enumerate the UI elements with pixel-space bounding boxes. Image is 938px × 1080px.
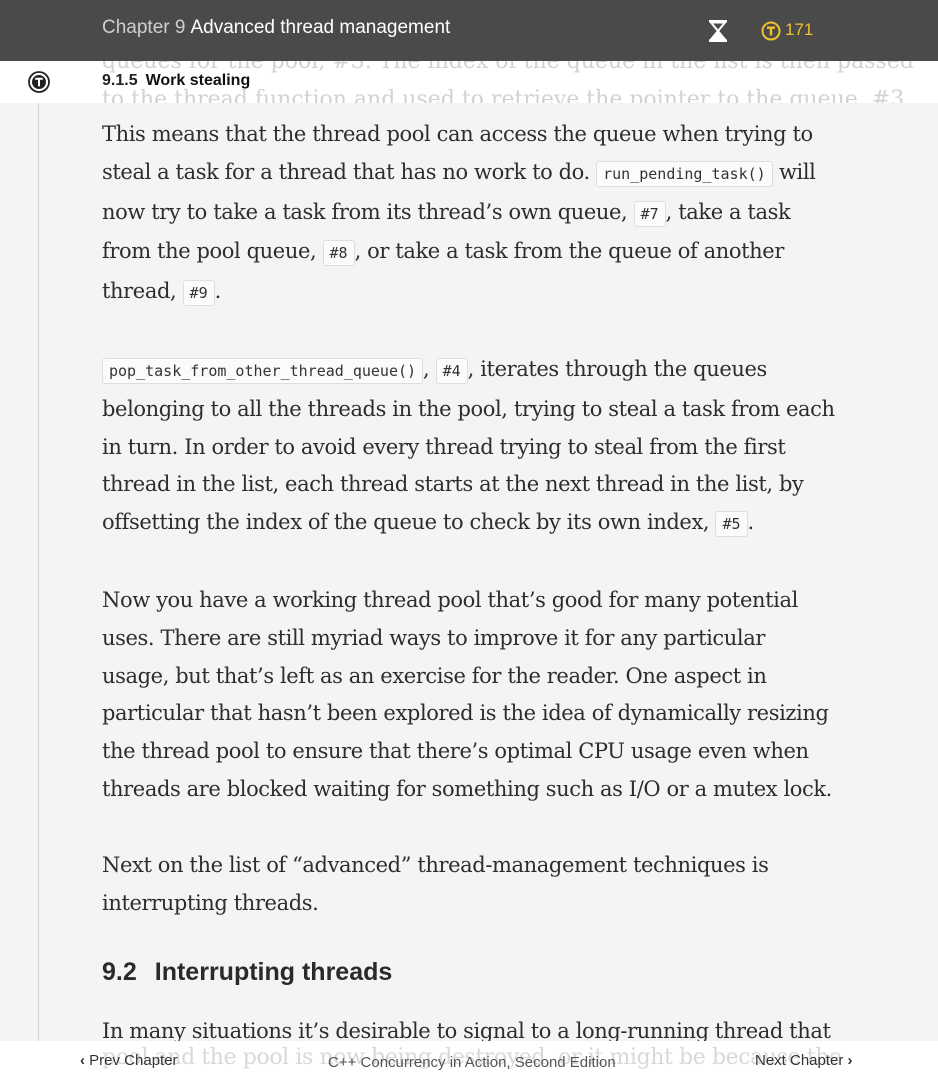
text-run: . bbox=[747, 510, 755, 535]
token-count[interactable]: 171 bbox=[785, 20, 813, 40]
chapter-number: Chapter 9 bbox=[102, 17, 186, 38]
section-heading: 9.2 Interrupting threads bbox=[102, 958, 838, 987]
token-coin-icon[interactable] bbox=[761, 21, 781, 41]
prev-chapter-button[interactable]: ‹ Prev Chapter bbox=[80, 1052, 178, 1069]
code-annotation: #9 bbox=[182, 280, 215, 307]
inline-code: run_pending_task() bbox=[596, 160, 773, 187]
current-section-label[interactable]: 9.1.5 Work stealing bbox=[102, 72, 250, 90]
heading-number: 9.2 bbox=[102, 958, 137, 987]
next-chapter-button[interactable]: Next Chapter › bbox=[755, 1052, 853, 1069]
hourglass-icon[interactable] bbox=[706, 19, 730, 43]
section-number: 9.1.5 bbox=[102, 72, 138, 89]
bottom-nav-bar: pool and the pool is now being destroyed… bbox=[0, 1041, 938, 1080]
code-annotation: #4 bbox=[435, 357, 468, 384]
paragraph: This means that the thread pool can acce… bbox=[102, 116, 838, 313]
chapter-name: Advanced thread management bbox=[190, 17, 451, 38]
next-chapter-label: Next Chapter bbox=[755, 1052, 844, 1069]
left-margin-rule bbox=[38, 103, 39, 1041]
section-bar: queues for the pool, #3. The index of th… bbox=[0, 61, 938, 103]
chevron-left-icon: ‹ bbox=[80, 1052, 85, 1069]
heading-title: Interrupting threads bbox=[154, 958, 393, 987]
section-title: Work stealing bbox=[145, 72, 251, 89]
top-bar: Chapter 9 Advanced thread management 171 bbox=[0, 0, 938, 61]
prev-chapter-label: Prev Chapter bbox=[89, 1052, 178, 1069]
table-of-contents-icon[interactable] bbox=[28, 71, 50, 93]
paragraph: pop_task_from_other_thread_queue(), #4, … bbox=[102, 351, 838, 544]
chevron-right-icon: › bbox=[847, 1052, 853, 1069]
text-run: , bbox=[423, 356, 436, 381]
code-annotation: #7 bbox=[633, 200, 666, 227]
code-annotation: #5 bbox=[715, 511, 748, 538]
chapter-title[interactable]: Chapter 9 Advanced thread management bbox=[102, 17, 450, 39]
inline-code: pop_task_from_other_thread_queue() bbox=[102, 357, 424, 384]
paragraph: Next on the list of “advanced” thread-ma… bbox=[102, 852, 769, 915]
paragraph: Now you have a working thread pool that’… bbox=[102, 587, 832, 801]
text-run: . bbox=[214, 279, 222, 304]
code-annotation: #8 bbox=[322, 240, 355, 267]
reader-content: This means that the thread pool can acce… bbox=[102, 116, 838, 1080]
book-title[interactable]: C++ Concurrency in Action, Second Editio… bbox=[328, 1054, 616, 1071]
